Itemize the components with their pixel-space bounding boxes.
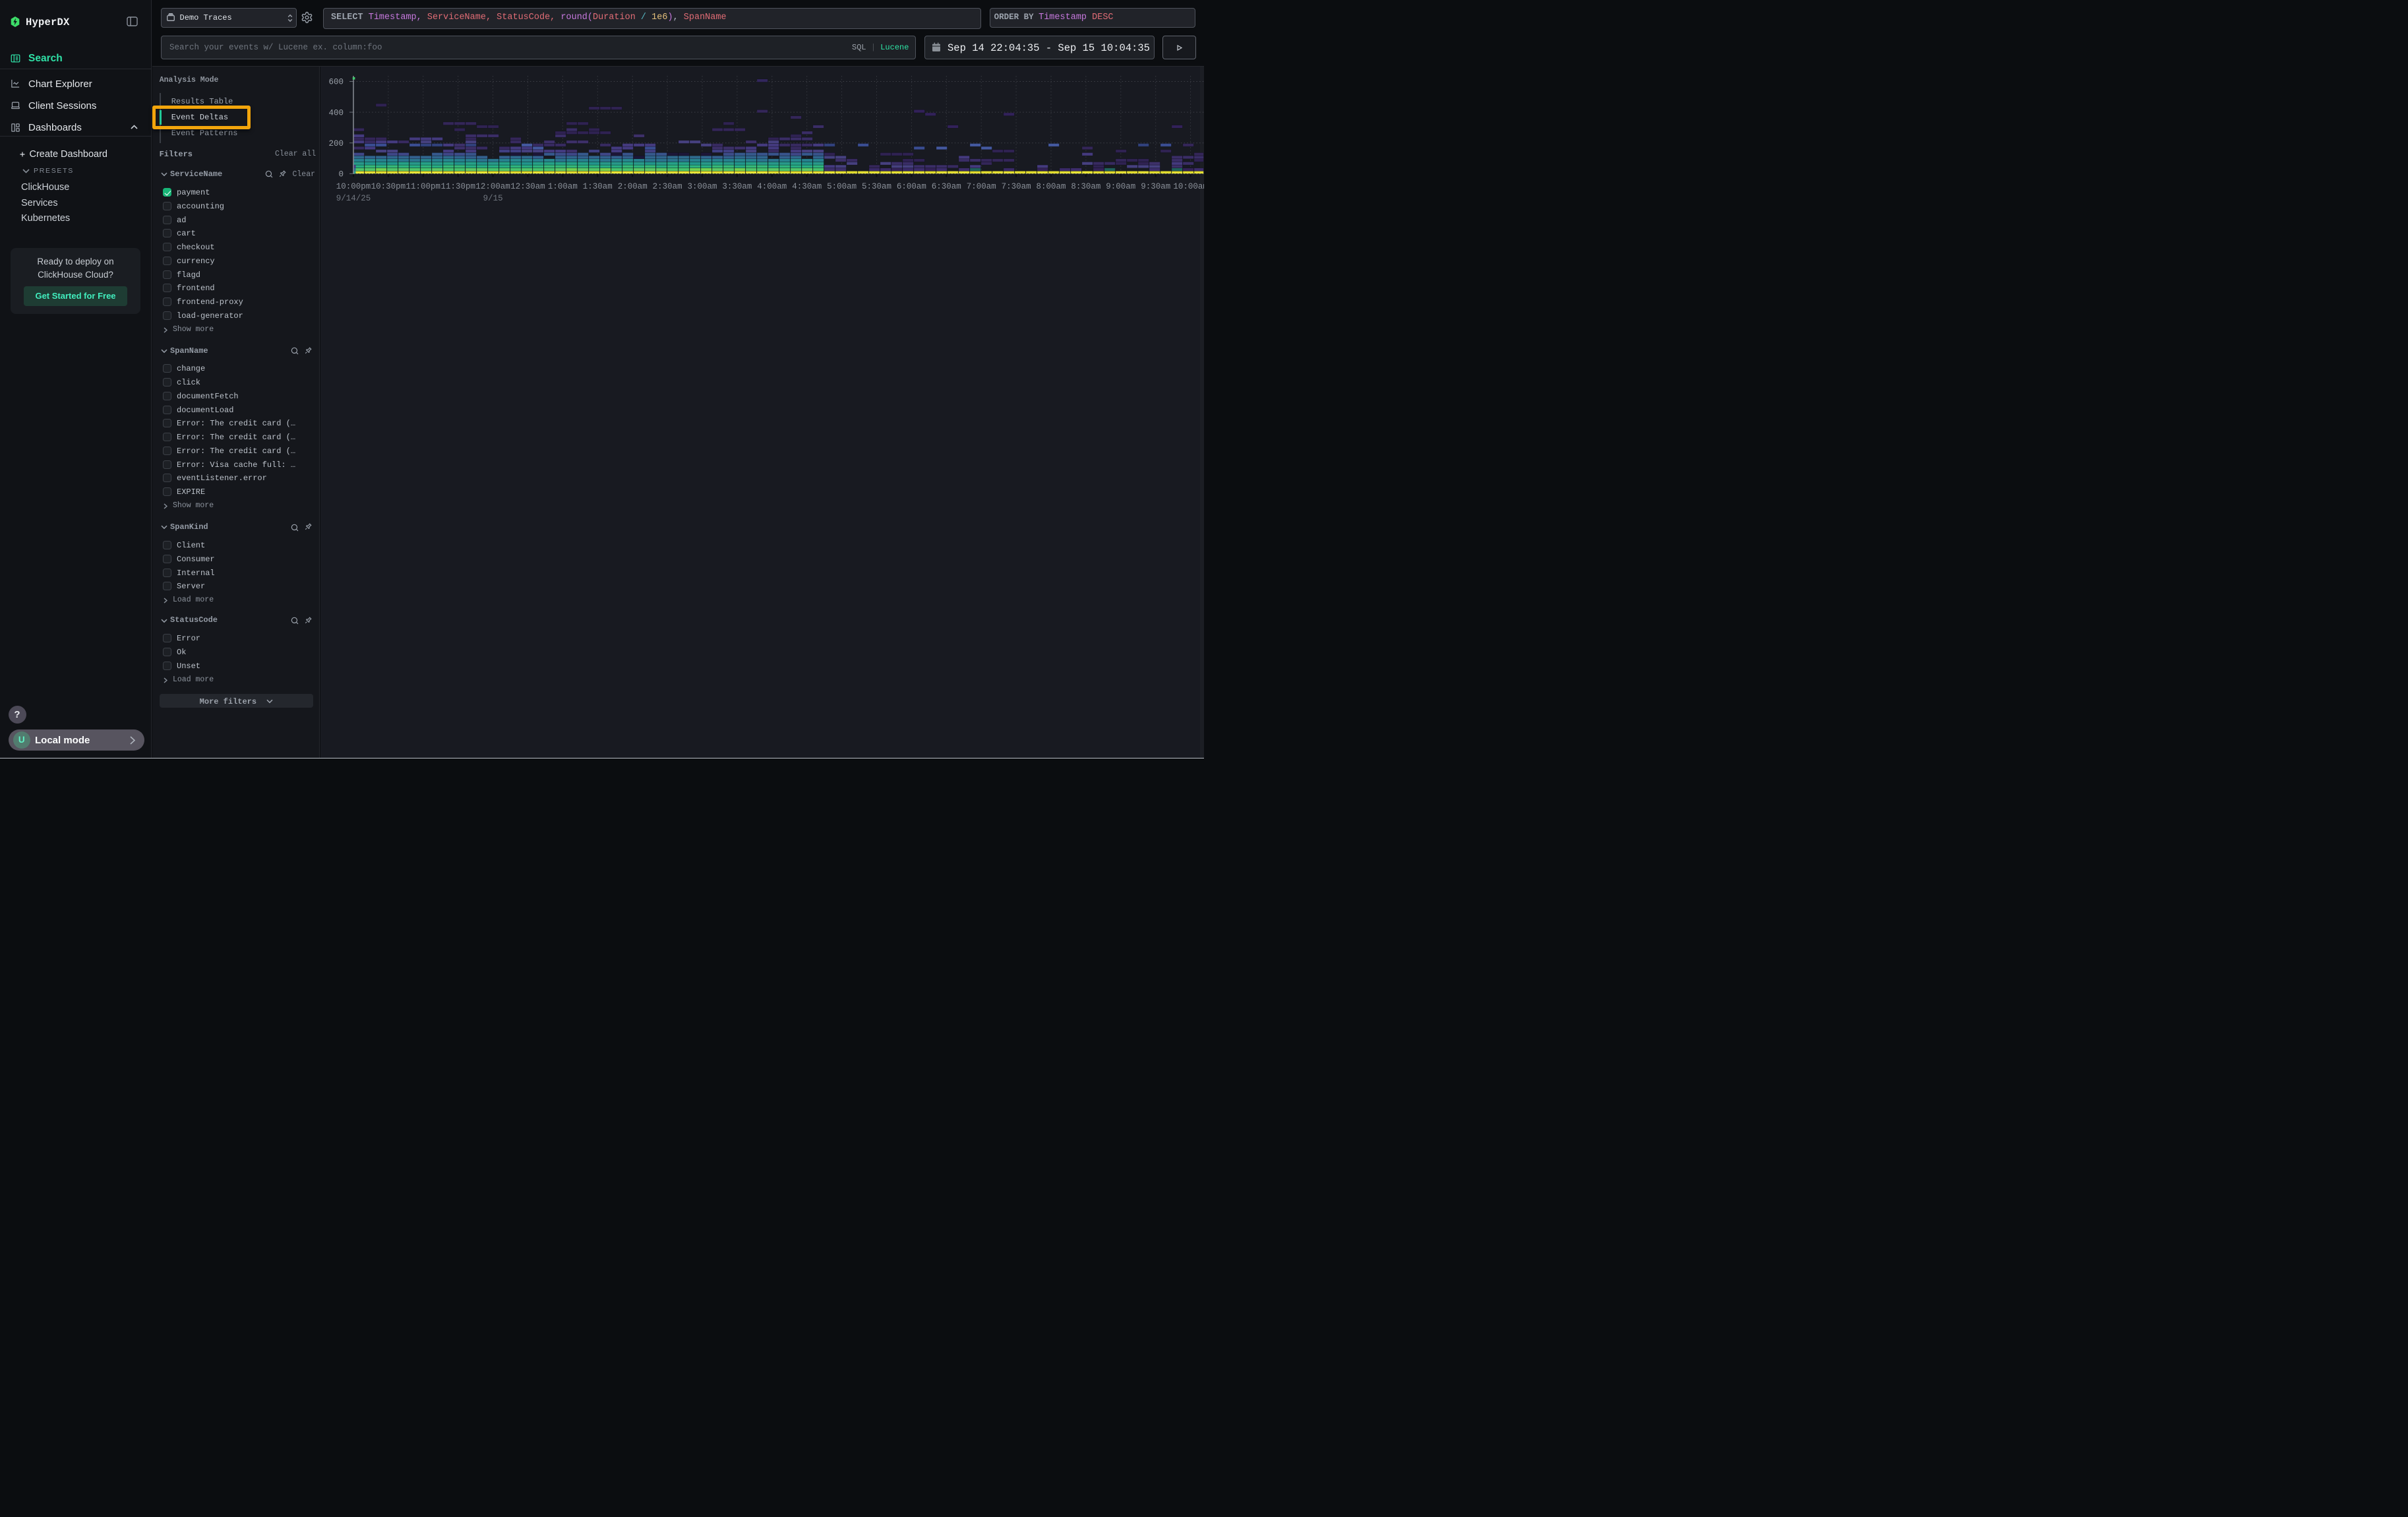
- svg-text:6:00am: 6:00am: [897, 182, 926, 191]
- svg-text:3:30am: 3:30am: [722, 182, 752, 191]
- svg-text:10:30pm: 10:30pm: [371, 182, 406, 191]
- svg-text:1:30am: 1:30am: [583, 182, 613, 191]
- svg-text:600: 600: [328, 78, 344, 87]
- svg-text:3:00am: 3:00am: [687, 182, 717, 191]
- svg-text:10:00am: 10:00am: [1173, 182, 1204, 191]
- svg-text:9:00am: 9:00am: [1106, 182, 1135, 191]
- svg-text:5:00am: 5:00am: [827, 182, 857, 191]
- svg-text:12:00am: 12:00am: [475, 182, 510, 191]
- svg-text:2:30am: 2:30am: [653, 182, 682, 191]
- svg-text:10:00pm: 10:00pm: [336, 182, 371, 191]
- svg-text:11:30pm: 11:30pm: [440, 182, 475, 191]
- svg-text:1:00am: 1:00am: [548, 182, 578, 191]
- svg-text:0: 0: [338, 170, 344, 179]
- svg-text:6:30am: 6:30am: [932, 182, 961, 191]
- svg-text:7:30am: 7:30am: [1002, 182, 1031, 191]
- svg-text:2:00am: 2:00am: [618, 182, 647, 191]
- svg-text:9/14/25: 9/14/25: [336, 194, 371, 203]
- svg-text:4:30am: 4:30am: [792, 182, 822, 191]
- svg-text:200: 200: [328, 139, 344, 148]
- svg-text:400: 400: [328, 108, 344, 117]
- svg-text:9/15: 9/15: [483, 194, 503, 203]
- svg-text:5:30am: 5:30am: [862, 182, 891, 191]
- svg-text:11:00pm: 11:00pm: [406, 182, 441, 191]
- svg-text:12:30am: 12:30am: [510, 182, 545, 191]
- svg-text:8:30am: 8:30am: [1071, 182, 1100, 191]
- svg-text:7:00am: 7:00am: [967, 182, 996, 191]
- svg-text:9:30am: 9:30am: [1141, 182, 1170, 191]
- svg-text:8:00am: 8:00am: [1036, 182, 1066, 191]
- svg-text:4:00am: 4:00am: [757, 182, 787, 191]
